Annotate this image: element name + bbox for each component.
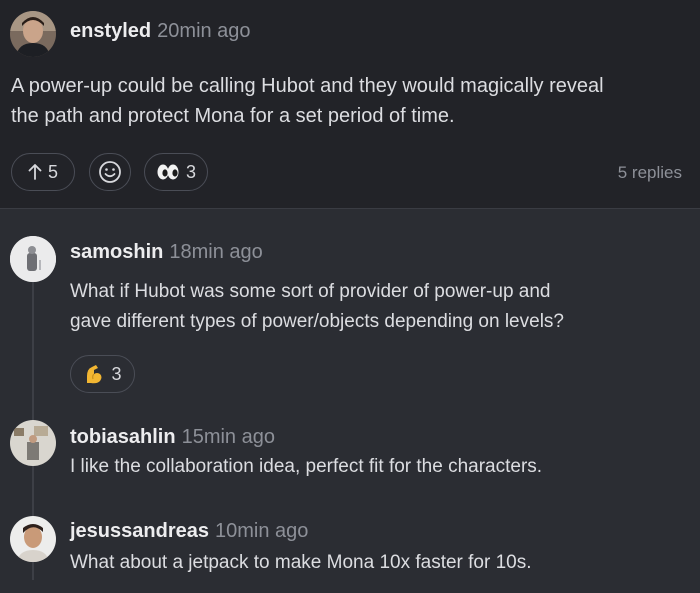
arrow-up-icon (28, 164, 42, 180)
reply-body: What if Hubot was some sort of provider … (70, 277, 564, 337)
user-avatar-icon (10, 516, 56, 562)
post-text-line: the path and protect Mona for a set peri… (11, 105, 455, 127)
eyes-reaction-button[interactable]: 3 (144, 153, 208, 191)
reply-header: samoshin 18min ago (70, 241, 263, 264)
author-name[interactable]: enstyled (70, 20, 151, 42)
avatar-enstyled[interactable] (10, 11, 56, 57)
reply-header: tobiasahlin 15min ago (70, 426, 275, 449)
reply-time: 15min ago (181, 426, 275, 448)
avatar-jesussandreas[interactable] (10, 516, 56, 562)
eyes-count: 3 (185, 161, 196, 182)
reaction-count: 3 (111, 363, 122, 384)
author-name[interactable]: tobiasahlin (70, 426, 176, 448)
reply-header: jesussandreas 10min ago (70, 520, 308, 543)
upvote-button[interactable]: 5 (11, 153, 75, 191)
reply-time: 10min ago (214, 520, 309, 542)
avatar-samoshin[interactable] (10, 236, 56, 282)
replies-count-link[interactable]: 5 replies (618, 163, 682, 183)
reply-text-line: What if Hubot was some sort of provider … (70, 281, 551, 302)
post-time: 20min ago (157, 20, 251, 42)
biceps-reaction-button[interactable]: 3 (70, 355, 135, 393)
upvote-count: 5 (47, 161, 58, 182)
reply-body: I like the collaboration idea, perfect f… (70, 456, 543, 477)
user-avatar-icon (10, 11, 56, 57)
eyes-icon (156, 163, 180, 181)
reply-body: What about a jetpack to make Mona 10x fa… (70, 552, 532, 573)
user-avatar-icon (10, 420, 56, 466)
add-reaction-button[interactable] (89, 153, 131, 191)
post-text-line: A power-up could be calling Hubot and th… (11, 75, 604, 97)
user-avatar-icon (10, 236, 56, 282)
author-name[interactable]: jesussandreas (70, 520, 209, 542)
post-body: A power-up could be calling Hubot and th… (11, 71, 604, 131)
avatar-tobiasahlin[interactable] (10, 420, 56, 466)
reply-text-line: gave different types of power/objects de… (70, 311, 564, 332)
author-name[interactable]: samoshin (70, 241, 163, 263)
smiley-icon (99, 161, 121, 183)
main-post: enstyled 20min ago A power-up could be ca… (0, 0, 700, 209)
flexed-biceps-icon (83, 363, 105, 385)
post-header: enstyled 20min ago (70, 20, 251, 43)
reply-time: 18min ago (169, 241, 263, 263)
